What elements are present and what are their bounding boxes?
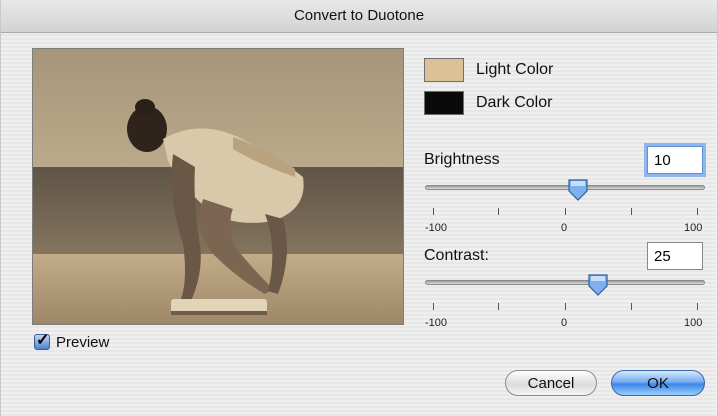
contrast-slider[interactable]: -100 0 100 xyxy=(425,273,705,335)
light-color-row[interactable]: Light Color xyxy=(424,58,553,82)
checkbox-checked-icon[interactable]: ✓ xyxy=(34,332,50,350)
dark-color-swatch[interactable] xyxy=(424,91,464,115)
cancel-button[interactable]: Cancel xyxy=(505,370,597,396)
ok-button[interactable]: OK xyxy=(611,370,705,396)
brightness-input[interactable] xyxy=(647,146,703,174)
contrast-max-label: 100 xyxy=(684,317,703,329)
slider-ticks xyxy=(425,303,705,311)
brightness-slider[interactable]: -100 0 100 xyxy=(425,178,705,240)
contrast-label: Contrast: xyxy=(424,247,489,264)
brightness-label: Brightness xyxy=(424,151,500,168)
contrast-input[interactable] xyxy=(647,242,703,270)
slider-ticks xyxy=(425,208,705,216)
brightness-min-label: -100 xyxy=(425,222,448,234)
light-color-label: Light Color xyxy=(476,61,554,78)
slider-track xyxy=(425,280,705,285)
preview-label: Preview xyxy=(56,333,110,351)
preview-checkbox[interactable]: ✓ Preview xyxy=(34,332,110,351)
dark-color-row[interactable]: Dark Color xyxy=(424,91,552,115)
contrast-mid-label: 0 xyxy=(561,317,568,329)
brightness-max-label: 100 xyxy=(684,222,703,234)
light-color-swatch[interactable] xyxy=(424,58,464,82)
slider-track xyxy=(425,185,705,190)
convert-to-duotone-dialog: Convert to Duotone ✓ Preview Light Color… xyxy=(0,0,718,416)
dialog-title: Convert to Duotone xyxy=(1,0,717,33)
duotone-photo xyxy=(33,49,403,324)
brightness-slider-thumb[interactable] xyxy=(567,178,589,202)
contrast-min-label: -100 xyxy=(425,317,448,329)
contrast-slider-thumb[interactable] xyxy=(587,273,609,297)
brightness-mid-label: 0 xyxy=(561,222,568,234)
dark-color-label: Dark Color xyxy=(476,94,553,111)
preview-image xyxy=(32,48,404,325)
